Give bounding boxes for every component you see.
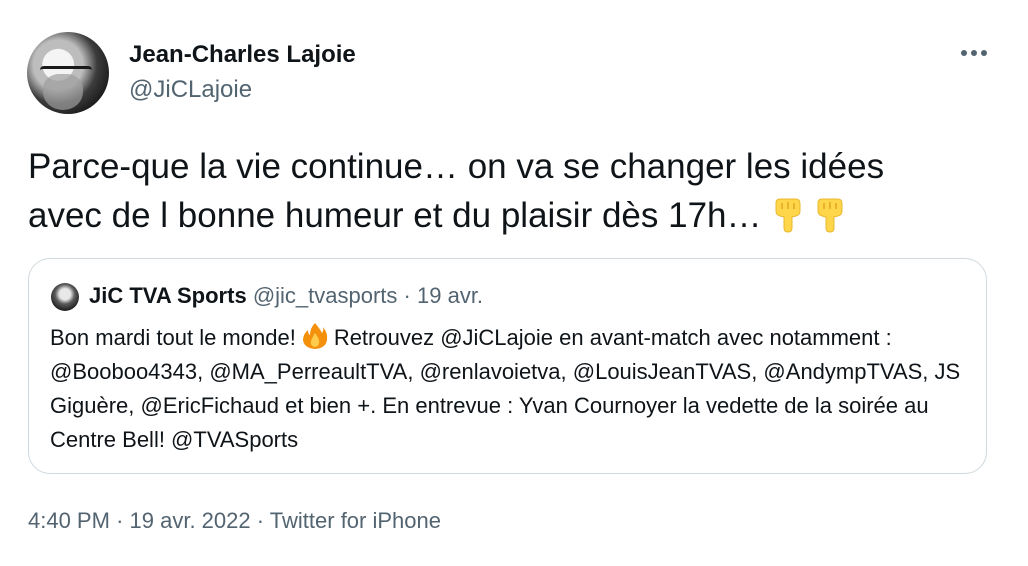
avatar-glasses xyxy=(40,66,92,81)
tweet-text-content: Parce-que la vie continue… on va se chan… xyxy=(28,147,885,235)
meta-separator: · xyxy=(256,508,265,533)
more-options-button[interactable] xyxy=(958,38,990,68)
quoted-tweet-text: Bon mardi tout le monde! Retrouvez @JiCL… xyxy=(50,321,970,457)
quoted-author-name[interactable]: JiC TVA Sports xyxy=(89,283,247,308)
tweet-card: Jean-Charles Lajoie @JiCLajoie Parce-que… xyxy=(0,0,1028,566)
author-name[interactable]: Jean-Charles Lajoie xyxy=(129,40,356,70)
quoted-text-part-1: Bon mardi tout le monde! xyxy=(50,325,296,350)
pointing-down-emoji-icon xyxy=(775,198,801,233)
quoted-date[interactable]: 19 avr. xyxy=(417,283,483,308)
tweet-source[interactable]: Twitter for iPhone xyxy=(270,508,441,533)
more-horizontal-icon xyxy=(961,50,987,56)
fire-emoji-icon xyxy=(302,323,327,349)
quoted-tweet-header: JiC TVA Sports @jic_tvasports · 19 avr. xyxy=(89,281,483,311)
pointing-down-emoji-icon xyxy=(817,198,843,233)
tweet-time[interactable]: 4:40 PM xyxy=(28,508,110,533)
meta-separator: · xyxy=(116,508,124,533)
quoted-author-handle[interactable]: @jic_tvasports xyxy=(253,283,398,308)
tweet-date[interactable]: 19 avr. 2022 xyxy=(130,508,251,533)
quoted-author-avatar[interactable] xyxy=(51,283,79,311)
quoted-tweet[interactable]: JiC TVA Sports @jic_tvasports · 19 avr. … xyxy=(28,258,987,474)
author-avatar[interactable] xyxy=(27,32,109,114)
tweet-meta: 4:40 PM · 19 avr. 2022 · Twitter for iPh… xyxy=(28,505,441,537)
author-handle[interactable]: @JiCLajoie xyxy=(129,75,252,105)
quoted-separator: · xyxy=(403,283,411,308)
tweet-text: Parce-que la vie continue… on va se chan… xyxy=(28,142,988,240)
